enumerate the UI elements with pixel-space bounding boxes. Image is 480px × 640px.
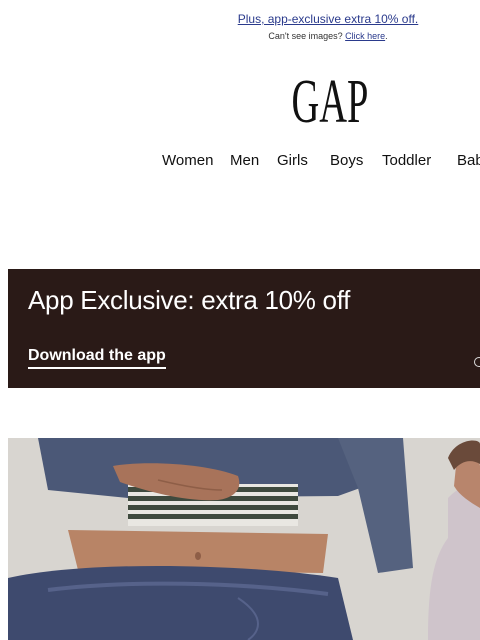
nav-item-toddler[interactable]: Toddler [382,152,431,169]
cant-see-period: . [385,31,388,41]
banner-headline: App Exclusive: extra 10% off [28,285,351,315]
nav-item-men[interactable]: Men [230,152,259,169]
cant-see-images-text: Can't see images? [268,31,343,41]
hero-photo [8,438,480,640]
nav-item-women[interactable]: Women [162,152,213,169]
promo-link[interactable]: Plus, app-exclusive extra 10% off. [238,12,419,26]
hero-image[interactable] [8,438,480,640]
circle-icon [474,357,480,367]
gap-logo[interactable]: GAP [290,67,370,137]
preheader: Plus, app-exclusive extra 10% off. Can't… [168,10,480,41]
nav-item-boys[interactable]: Boys [330,152,363,169]
app-exclusive-banner[interactable]: App Exclusive: extra 10% off Download th… [8,269,480,388]
download-app-link[interactable]: Download the app [28,347,166,369]
cant-see-images-line: Can't see images? Click here. [168,31,480,41]
gap-logo-text: GAP [292,68,369,129]
nav-item-girls[interactable]: Girls [277,152,308,169]
nav-item-baby[interactable]: Bab [457,152,480,169]
category-nav: Women Men Girls Boys Toddler Bab [0,152,480,176]
click-here-link[interactable]: Click here [345,31,385,41]
